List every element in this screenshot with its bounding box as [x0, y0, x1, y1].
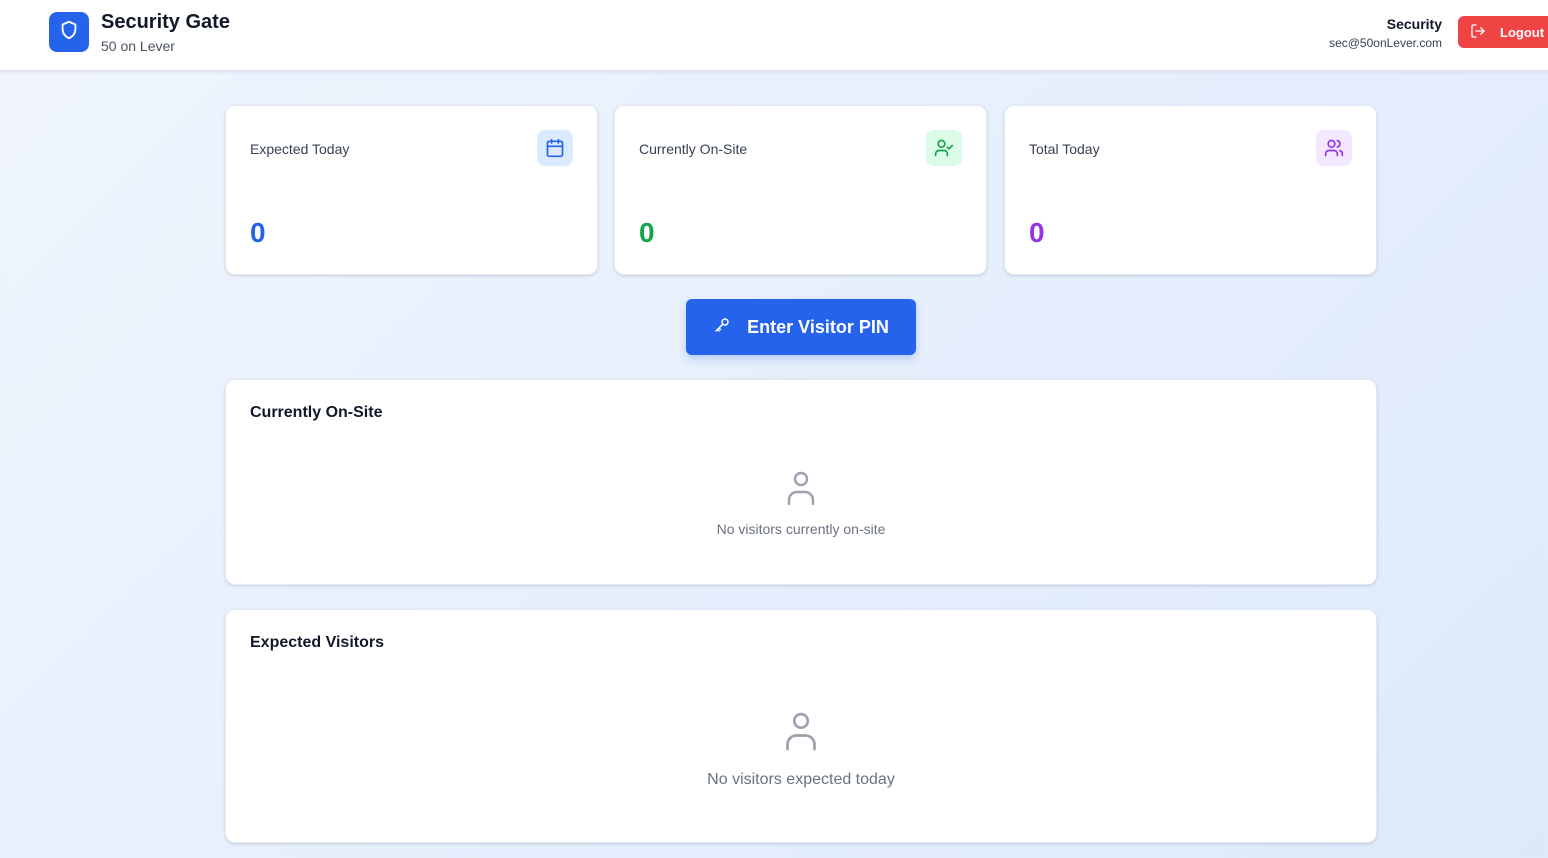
stat-label: Currently On-Site: [639, 141, 748, 157]
enter-visitor-pin-button[interactable]: Enter Visitor PIN: [686, 299, 916, 355]
empty-state-text: No visitors expected today: [707, 771, 895, 788]
expected-visitors-panel: Expected Visitors No visitors expected t…: [225, 609, 1377, 843]
user-icon: [783, 710, 819, 757]
stat-value: 0: [1029, 217, 1045, 248]
logout-label: Logout: [1500, 24, 1545, 40]
brand-subtitle: 50 on Lever: [101, 38, 175, 54]
panel-title: Expected Visitors: [250, 634, 384, 651]
stat-label: Total Today: [1029, 141, 1100, 157]
user-icon: [785, 470, 817, 511]
stat-value: 0: [250, 217, 266, 248]
stat-label: Expected Today: [250, 141, 350, 157]
key-icon: [713, 316, 731, 339]
calendar-icon: [537, 130, 573, 166]
empty-state: No visitors expected today: [226, 710, 1376, 789]
brand-logo: [49, 12, 89, 52]
empty-state: No visitors currently on-site: [226, 470, 1376, 537]
stat-card-currently-on-site: Currently On-Site 0: [614, 105, 987, 275]
stat-card-total-today: Total Today 0: [1004, 105, 1377, 275]
user-email: sec@50onLever.com: [1329, 36, 1442, 50]
users-icon: [1316, 130, 1352, 166]
user-check-icon: [926, 130, 962, 166]
logout-icon: [1470, 23, 1486, 42]
stat-card-expected-today: Expected Today 0: [225, 105, 598, 275]
stat-value: 0: [639, 217, 655, 248]
enter-visitor-pin-label: Enter Visitor PIN: [747, 316, 889, 337]
brand-title: Security Gate: [101, 11, 230, 33]
user-info: Security sec@50onLever.com: [1329, 15, 1442, 51]
currently-on-site-panel: Currently On-Site No visitors currently …: [225, 379, 1377, 585]
empty-state-text: No visitors currently on-site: [716, 521, 886, 537]
user-role: Security: [1386, 16, 1442, 32]
shield-icon: [58, 19, 80, 46]
logout-button[interactable]: Logout: [1458, 16, 1548, 48]
panel-title: Currently On-Site: [250, 404, 383, 421]
top-header: Security Gate 50 on Lever Security sec@5…: [0, 0, 1548, 72]
